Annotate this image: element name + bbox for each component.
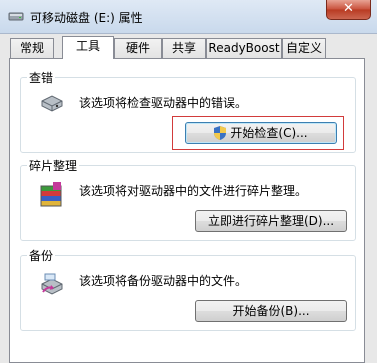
- start-check-button[interactable]: 开始检查(C)...: [185, 122, 337, 144]
- defrag-icon: [39, 182, 63, 211]
- error-check-group: 查错 该选项将检查驱动器中的错误。 开始检查(C)...: [20, 69, 356, 153]
- error-check-title: 查错: [27, 69, 56, 86]
- close-button[interactable]: ✕: [326, 0, 371, 20]
- defrag-title: 碎片整理: [27, 157, 80, 174]
- drive-icon: [8, 10, 24, 22]
- tab-customize[interactable]: 自定义: [282, 38, 326, 58]
- defrag-now-button[interactable]: 立即进行碎片整理(D)...: [195, 210, 347, 232]
- uac-shield-icon: [214, 126, 227, 146]
- disk-check-icon: [39, 92, 65, 117]
- backup-description: 该选项将备份驱动器中的文件。: [79, 274, 248, 288]
- defrag-group: 碎片整理 该选项将对驱动器中的文件进行碎片整理。 立即进行碎片整理(D)...: [20, 157, 356, 241]
- tab-general[interactable]: 常规: [10, 38, 54, 58]
- error-check-description: 该选项将检查驱动器中的错误。: [79, 96, 248, 110]
- backup-group: 备份 该选项将备份驱动器中的文件。 开始备份(B)...: [20, 247, 356, 331]
- title-bar: 可移动磁盘 (E:) 属性 ✕: [0, 0, 377, 34]
- window-title: 可移动磁盘 (E:) 属性: [30, 11, 143, 25]
- start-backup-button[interactable]: 开始备份(B)...: [195, 300, 347, 322]
- tab-strip: 常规 工具 硬件 共享 ReadyBoost 自定义: [10, 36, 370, 59]
- tab-hardware[interactable]: 硬件: [114, 38, 162, 58]
- tab-readyboost[interactable]: ReadyBoost: [206, 38, 282, 58]
- defrag-description: 该选项将对驱动器中的文件进行碎片整理。: [79, 184, 308, 198]
- tools-panel: 查错 该选项将检查驱动器中的错误。 开始检查(C)... 碎片整理 该选项将对驱…: [9, 58, 365, 363]
- tab-tools[interactable]: 工具: [62, 36, 114, 59]
- start-check-label: 开始检查(C)...: [230, 126, 308, 140]
- backup-icon: [39, 272, 65, 301]
- tab-sharing[interactable]: 共享: [162, 38, 206, 58]
- backup-title: 备份: [27, 247, 56, 264]
